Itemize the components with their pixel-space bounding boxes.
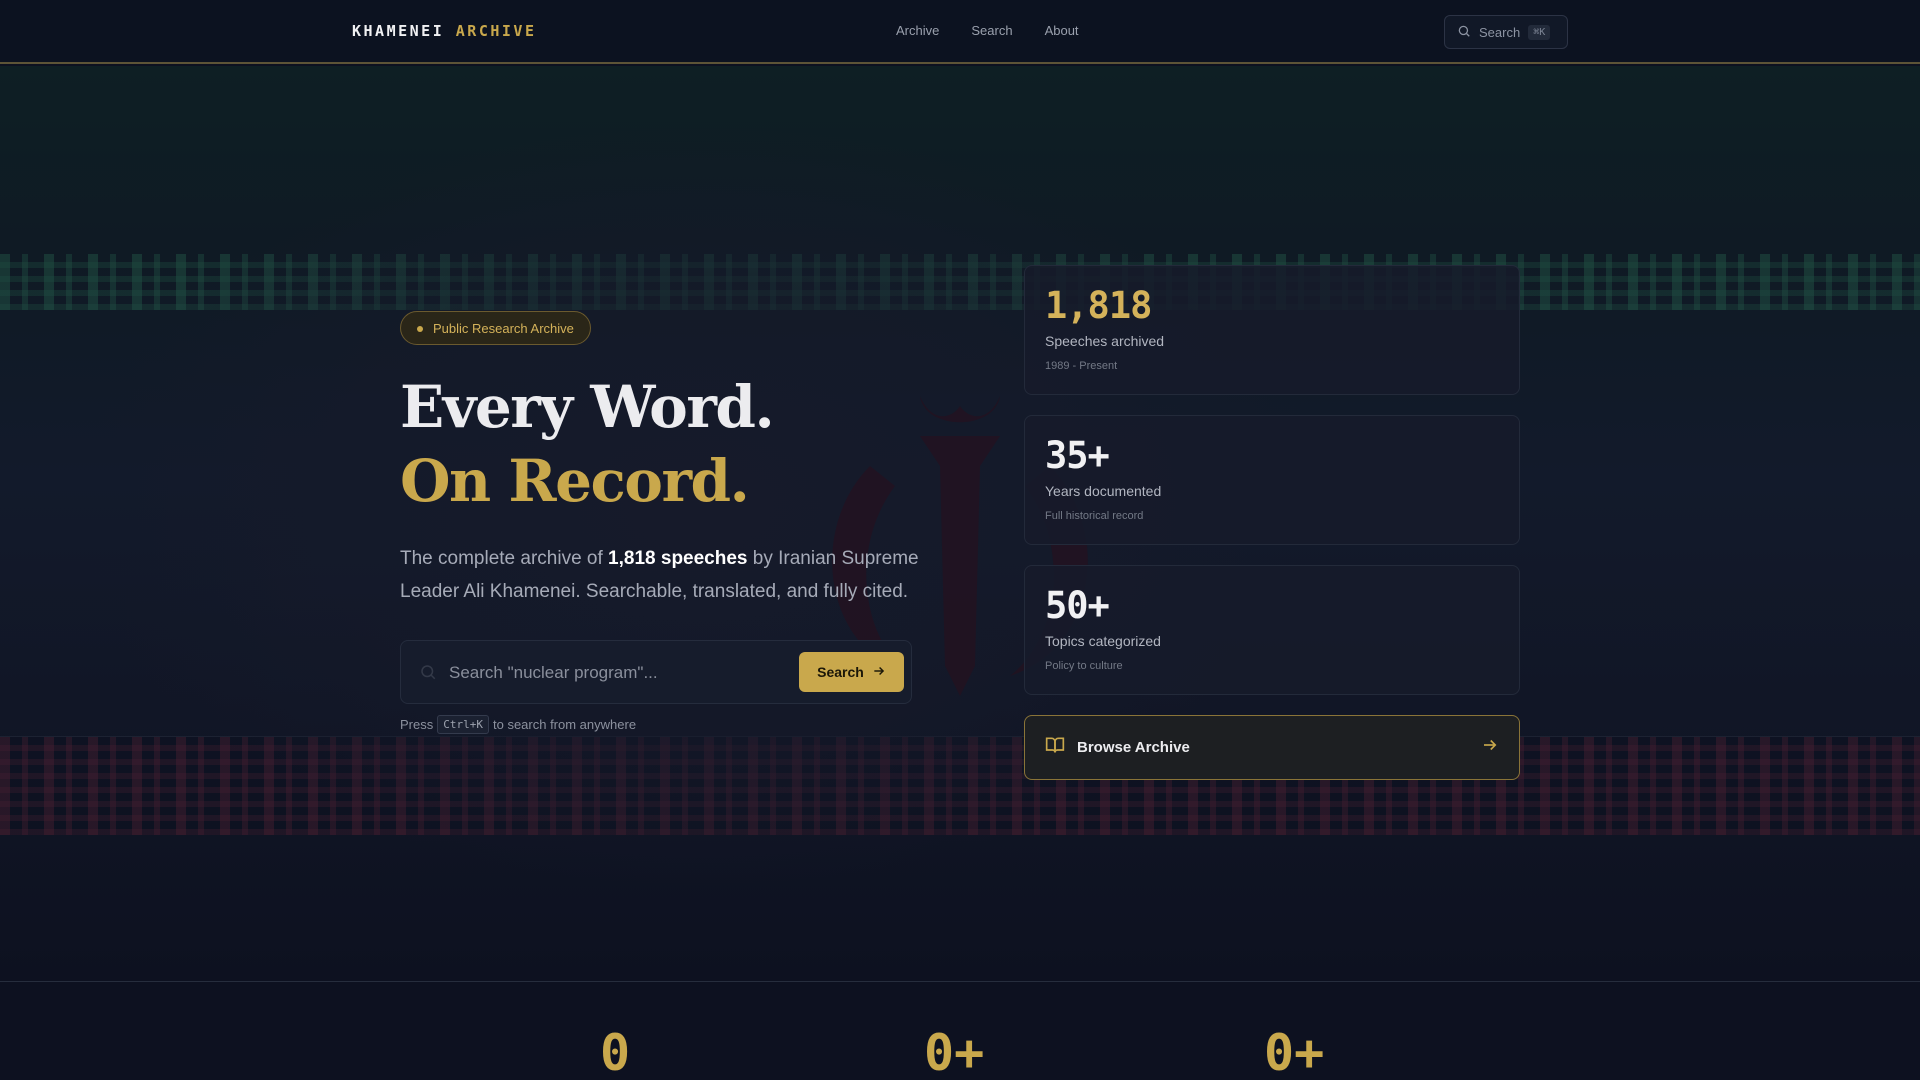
- stat-sublabel: Policy to culture: [1045, 660, 1123, 672]
- header-search-button[interactable]: Search ⌘K: [1444, 15, 1568, 49]
- search-icon: [1457, 24, 1471, 41]
- stat-card-speeches: 1,818 Speeches archived 1989 - Present: [1024, 265, 1520, 395]
- book-open-icon: [1045, 735, 1065, 760]
- arrow-right-icon: [872, 664, 886, 681]
- stat-value: 50+: [1045, 584, 1110, 627]
- hero-search-input[interactable]: [449, 661, 749, 685]
- arrow-right-icon: [1481, 736, 1499, 759]
- stat-label: Years documented: [1045, 483, 1162, 499]
- hero-search-button[interactable]: Search: [799, 652, 904, 692]
- hero-section: [0, 66, 1920, 982]
- top-navbar: KHAMENEI ARCHIVE Archive Search About Se…: [0, 0, 1920, 64]
- bottom-stat-value: 0: [600, 1024, 631, 1080]
- bottom-stat-value: 0+: [924, 1024, 985, 1080]
- browse-archive-label: Browse Archive: [1077, 739, 1190, 756]
- stat-card-years: 35+ Years documented Full historical rec…: [1024, 415, 1520, 545]
- hero-heading-line2: On Record.: [400, 447, 750, 515]
- logo-accent: ARCHIVE: [455, 22, 537, 40]
- hero-description: The complete archive of 1,818 speeches b…: [400, 542, 920, 608]
- stat-card-topics: 50+ Topics categorized Policy to culture: [1024, 565, 1520, 695]
- hint-suffix: to search from anywhere: [492, 717, 637, 732]
- stat-value: 1,818: [1045, 284, 1152, 327]
- hero-search-button-label: Search: [817, 664, 864, 680]
- nav-archive[interactable]: Archive: [896, 23, 939, 38]
- hero-search-box: Search: [400, 640, 912, 704]
- hint-shortcut-key: Ctrl+K: [437, 715, 489, 734]
- nav-search[interactable]: Search: [971, 23, 1012, 38]
- hint-prefix: Press: [400, 717, 434, 732]
- browse-archive-button[interactable]: Browse Archive: [1024, 715, 1520, 780]
- logo-primary: KHAMENEI: [352, 22, 445, 40]
- lead-highlight: 1,818 speeches: [608, 548, 748, 569]
- hero-heading: Every Word. On Record.: [400, 370, 775, 518]
- lead-prefix: The complete archive of: [400, 548, 609, 569]
- hero-heading-line1: Every Word.: [400, 373, 775, 441]
- stat-label: Speeches archived: [1045, 333, 1165, 349]
- search-icon: [419, 663, 437, 686]
- site-logo[interactable]: KHAMENEI ARCHIVE: [352, 22, 537, 40]
- stat-value: 35+: [1045, 434, 1110, 477]
- main-nav: Archive Search About: [896, 23, 1079, 38]
- bottom-stats-section: 0 0+ 0+: [0, 981, 1920, 1080]
- header-search-label: Search: [1479, 24, 1521, 40]
- stat-sublabel: Full historical record: [1045, 510, 1144, 522]
- stat-label: Topics categorized: [1045, 633, 1161, 649]
- bottom-stat-value: 0+: [1264, 1024, 1325, 1080]
- stat-sublabel: 1989 - Present: [1045, 360, 1118, 372]
- public-archive-badge: Public Research Archive: [400, 311, 591, 345]
- search-hint: Press Ctrl+K to search from anywhere: [400, 715, 636, 734]
- search-shortcut-badge: ⌘K: [1528, 24, 1551, 40]
- nav-about[interactable]: About: [1045, 23, 1079, 38]
